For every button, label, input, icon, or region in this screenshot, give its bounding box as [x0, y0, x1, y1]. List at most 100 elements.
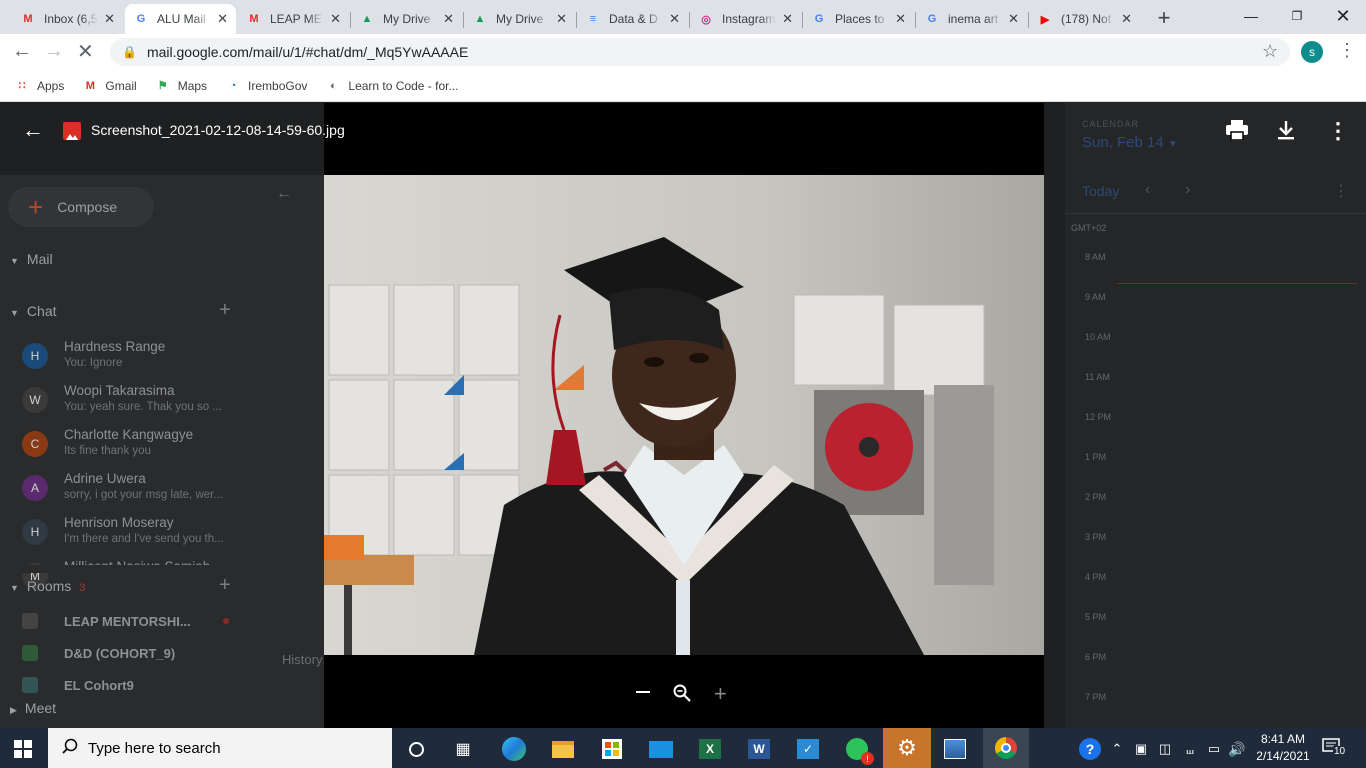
whiteboard-icon[interactable]: ✓: [788, 732, 828, 766]
close-tab-icon[interactable]: ✕: [782, 11, 793, 27]
bookmark-item[interactable]: ∷ Apps: [14, 78, 65, 94]
avatar: H: [22, 519, 48, 545]
browser-tab[interactable]: ◎ Instagram ✕: [690, 4, 801, 34]
new-tab-button[interactable]: +: [1152, 5, 1176, 30]
mail-app-icon[interactable]: [641, 732, 681, 766]
close-tab-icon[interactable]: ✕: [669, 11, 680, 27]
browser-tab[interactable]: ≡ Data & D ✕: [577, 4, 688, 34]
browser-tab[interactable]: ▶ (178) Not ✕: [1029, 4, 1140, 34]
browser-tab[interactable]: ▲ My Drive ✕: [351, 4, 462, 34]
search-icon: [62, 738, 78, 758]
download-icon[interactable]: [1276, 120, 1296, 142]
add-chat-icon[interactable]: +: [219, 299, 231, 322]
browser-tab[interactable]: Ginema art ✕: [916, 4, 1027, 34]
calendar-hour-label: 10 AM: [1085, 332, 1111, 342]
whatsapp-icon[interactable]: !: [837, 732, 877, 766]
task-view-icon[interactable]: ▦: [443, 732, 483, 766]
back-icon[interactable]: ←: [12, 40, 32, 63]
close-tab-icon[interactable]: ✕: [1008, 11, 1019, 27]
profile-avatar[interactable]: s: [1301, 41, 1323, 63]
calendar-hour-label: 9 AM: [1085, 292, 1106, 302]
calendar-hour-label: 2 PM: [1085, 492, 1107, 502]
browser-tab[interactable]: M LEAP ME ✕: [238, 4, 349, 34]
zoom-out-icon[interactable]: [636, 691, 650, 693]
graduation-photo: [324, 175, 1044, 655]
lock-icon: 🔒: [122, 45, 137, 59]
close-tab-icon[interactable]: ✕: [217, 11, 228, 27]
file-explorer-icon[interactable]: [543, 732, 583, 766]
rooms-section-header[interactable]: ▼ Rooms 3: [10, 578, 85, 594]
viewer-more-icon[interactable]: ⋮: [1327, 118, 1349, 144]
calendar-date-dropdown[interactable]: Sun, Feb 14 ▼: [1082, 134, 1178, 151]
forward-icon[interactable]: →: [44, 40, 64, 63]
room-list-item[interactable]: LEAP MENTORSHI...: [22, 609, 229, 633]
close-tab-icon[interactable]: ✕: [330, 11, 341, 27]
prev-day-icon[interactable]: ‹: [1145, 181, 1150, 199]
cortana-icon[interactable]: [396, 732, 436, 766]
store-icon[interactable]: [592, 732, 632, 766]
chat-list-item[interactable]: C Charlotte Kangwagye Its fine thank you: [22, 425, 232, 469]
restore-button[interactable]: ❐: [1274, 0, 1320, 32]
print-icon[interactable]: [1226, 120, 1250, 142]
mail-section-header[interactable]: ▼ Mail: [10, 251, 53, 267]
viewer-back-icon[interactable]: ←: [22, 117, 44, 143]
browser-tab[interactable]: G Places to ✕: [803, 4, 914, 34]
settings-icon[interactable]: ⚙: [883, 728, 931, 768]
chrome-taskbar-icon[interactable]: [983, 728, 1029, 768]
compose-button[interactable]: + Compose: [8, 187, 154, 227]
back-to-chat-icon[interactable]: ←: [276, 185, 292, 203]
chat-preview: I'm there and I've send you th...: [64, 533, 224, 545]
chat-list-item[interactable]: A Adrine Uwera sorry, i got your msg late,…: [22, 469, 232, 513]
close-tab-icon[interactable]: ✕: [104, 11, 115, 27]
close-tab-icon[interactable]: ✕: [1121, 11, 1132, 27]
volume-icon[interactable]: 🔊: [1217, 732, 1257, 766]
zoom-fit-icon[interactable]: [673, 684, 691, 707]
windows-start-icon[interactable]: [14, 740, 32, 763]
url-text[interactable]: mail.google.com/mail/u/1/#chat/dm/_Mq5Yw…: [147, 44, 468, 60]
close-window-button[interactable]: ✕: [1320, 0, 1366, 32]
zoom-in-icon[interactable]: +: [714, 683, 727, 705]
tab-title: LEAP ME: [270, 12, 322, 26]
bookmark-item[interactable]: ◔ IremboGov: [225, 78, 308, 94]
taskbar-search-box[interactable]: Type here to search: [48, 728, 392, 768]
bookmark-label: Maps: [177, 78, 208, 93]
photos-icon[interactable]: [935, 732, 975, 766]
edge-icon[interactable]: [494, 732, 534, 766]
chat-list-item[interactable]: H Henrison Moseray I'm there and I've send…: [22, 513, 232, 557]
room-list-item[interactable]: EL Cohort9: [22, 673, 134, 697]
bookmark-item[interactable]: M Gmail: [82, 78, 137, 94]
chat-contact-name: Hardness Range: [64, 339, 166, 354]
close-tab-icon[interactable]: ✕: [895, 11, 906, 27]
clock[interactable]: 8:41 AM 2/14/2021: [1252, 731, 1314, 765]
chat-list-item[interactable]: H Hardness Range You: Ignore: [22, 337, 232, 381]
bookmark-item[interactable]: ◐ Learn to Code - for...: [325, 78, 458, 94]
chat-list-item[interactable]: W Woopi Takarasima You: yeah sure. Thak yo…: [22, 381, 232, 425]
clock-time: 8:41 AM: [1260, 732, 1306, 746]
close-tab-icon[interactable]: ✕: [443, 11, 454, 27]
excel-icon[interactable]: X: [690, 732, 730, 766]
bookmark-star-icon[interactable]: ☆: [1262, 41, 1278, 62]
calendar-hour-label: 12 PM: [1085, 412, 1112, 422]
browser-tab[interactable]: G ALU Mail ✕: [125, 4, 236, 34]
address-bar[interactable]: 🔒 mail.google.com/mail/u/1/#chat/dm/_Mq5…: [110, 38, 1290, 66]
chat-section-header[interactable]: ▼ Chat: [10, 303, 57, 319]
chrome-menu-icon[interactable]: ⋮: [1338, 40, 1356, 61]
browser-tab[interactable]: ▲ My Drive ✕: [464, 4, 575, 34]
bookmarks-bar: ∷ Apps M Gmail ⚑ Maps ◔ IremboGov ◐ Learn to Code…: [0, 70, 1366, 102]
stop-loading-icon[interactable]: ✕: [77, 39, 94, 64]
meet-section-header[interactable]: ▶ Meet: [10, 700, 56, 716]
minimize-button[interactable]: —: [1228, 0, 1274, 32]
close-tab-icon[interactable]: ✕: [556, 11, 567, 27]
word-icon[interactable]: W: [739, 732, 779, 766]
chat-contact-name: Woopi Takarasima: [64, 383, 175, 398]
bookmark-item[interactable]: ⚑ Maps: [155, 78, 207, 94]
browser-tab[interactable]: M Inbox (6,5 ✕: [12, 4, 123, 34]
today-button[interactable]: Today: [1082, 183, 1119, 199]
room-list-item[interactable]: D&D (COHORT_9): [22, 641, 175, 665]
add-room-icon[interactable]: +: [219, 574, 231, 597]
viewer-top-band: [324, 103, 1044, 175]
notification-center-icon[interactable]: 10: [1322, 738, 1348, 758]
gmail-icon: M: [23, 13, 33, 25]
next-day-icon[interactable]: ›: [1185, 181, 1190, 199]
calendar-more-icon[interactable]: ⋮: [1333, 181, 1349, 201]
